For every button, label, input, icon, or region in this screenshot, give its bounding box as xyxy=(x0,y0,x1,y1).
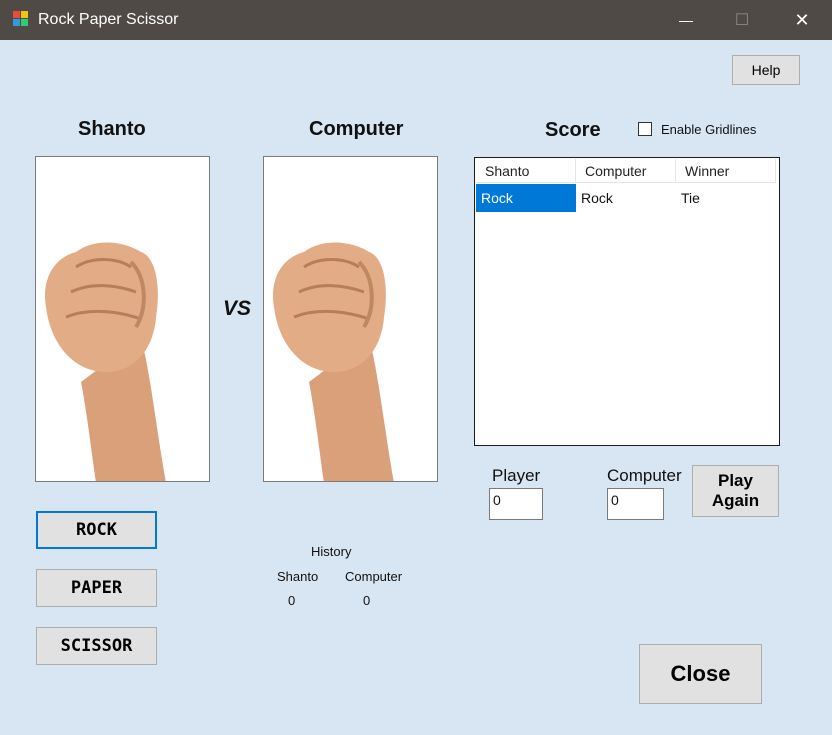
scissor-button[interactable]: SCISSOR xyxy=(36,627,157,665)
history-title: History xyxy=(311,544,352,559)
player-heading: Shanto xyxy=(78,118,146,140)
column-header-computer[interactable]: Computer xyxy=(576,159,676,183)
close-window-button[interactable]: ✕ xyxy=(774,0,830,40)
gridlines-checkbox[interactable] xyxy=(638,122,652,136)
table-cell[interactable]: Rock xyxy=(476,184,576,212)
client-area: Help Shanto Computer Score Enable Gridli… xyxy=(1,40,831,735)
close-button[interactable]: Close xyxy=(639,644,762,704)
play-again-line1: Play xyxy=(718,471,753,490)
player-score-label: Player xyxy=(492,466,541,485)
play-again-button[interactable]: Play Again xyxy=(692,465,779,517)
history-computer-label: Computer xyxy=(345,569,403,584)
computer-score-label: Computer xyxy=(607,466,682,485)
computer-score-field[interactable]: 0 xyxy=(607,488,664,520)
column-header-shanto[interactable]: Shanto xyxy=(476,159,576,183)
history-player-label: Shanto xyxy=(277,569,319,584)
play-again-line2: Again xyxy=(711,491,760,510)
gridlines-label: Enable Gridlines xyxy=(661,122,757,137)
table-cell[interactable]: Rock xyxy=(576,184,676,212)
history-computer-value: 0 xyxy=(363,593,371,608)
computer-choice-image xyxy=(263,156,438,482)
rock-fist-icon xyxy=(45,242,166,481)
maximize-button[interactable]: ☐ xyxy=(714,0,770,40)
app-icon xyxy=(13,11,29,27)
history-player-value: 0 xyxy=(288,593,296,608)
column-header-winner[interactable]: Winner xyxy=(676,159,776,183)
player-score-field[interactable]: 0 xyxy=(489,488,543,520)
vs-label: VS xyxy=(223,297,252,320)
score-heading: Score xyxy=(545,119,601,141)
window-title: Rock Paper Scissor xyxy=(38,11,179,28)
computer-heading: Computer xyxy=(309,118,404,140)
score-table[interactable]: Shanto Computer Winner Rock Rock Tie xyxy=(474,157,780,446)
minimize-button[interactable]: — xyxy=(658,0,714,40)
help-button[interactable]: Help xyxy=(732,55,800,85)
rock-fist-icon xyxy=(273,242,394,481)
paper-button[interactable]: PAPER xyxy=(36,569,157,607)
player-choice-image xyxy=(35,156,210,482)
title-bar: Rock Paper Scissor — ☐ ✕ xyxy=(0,0,832,40)
rock-button[interactable]: ROCK xyxy=(36,511,157,549)
table-cell[interactable]: Tie xyxy=(676,184,776,212)
